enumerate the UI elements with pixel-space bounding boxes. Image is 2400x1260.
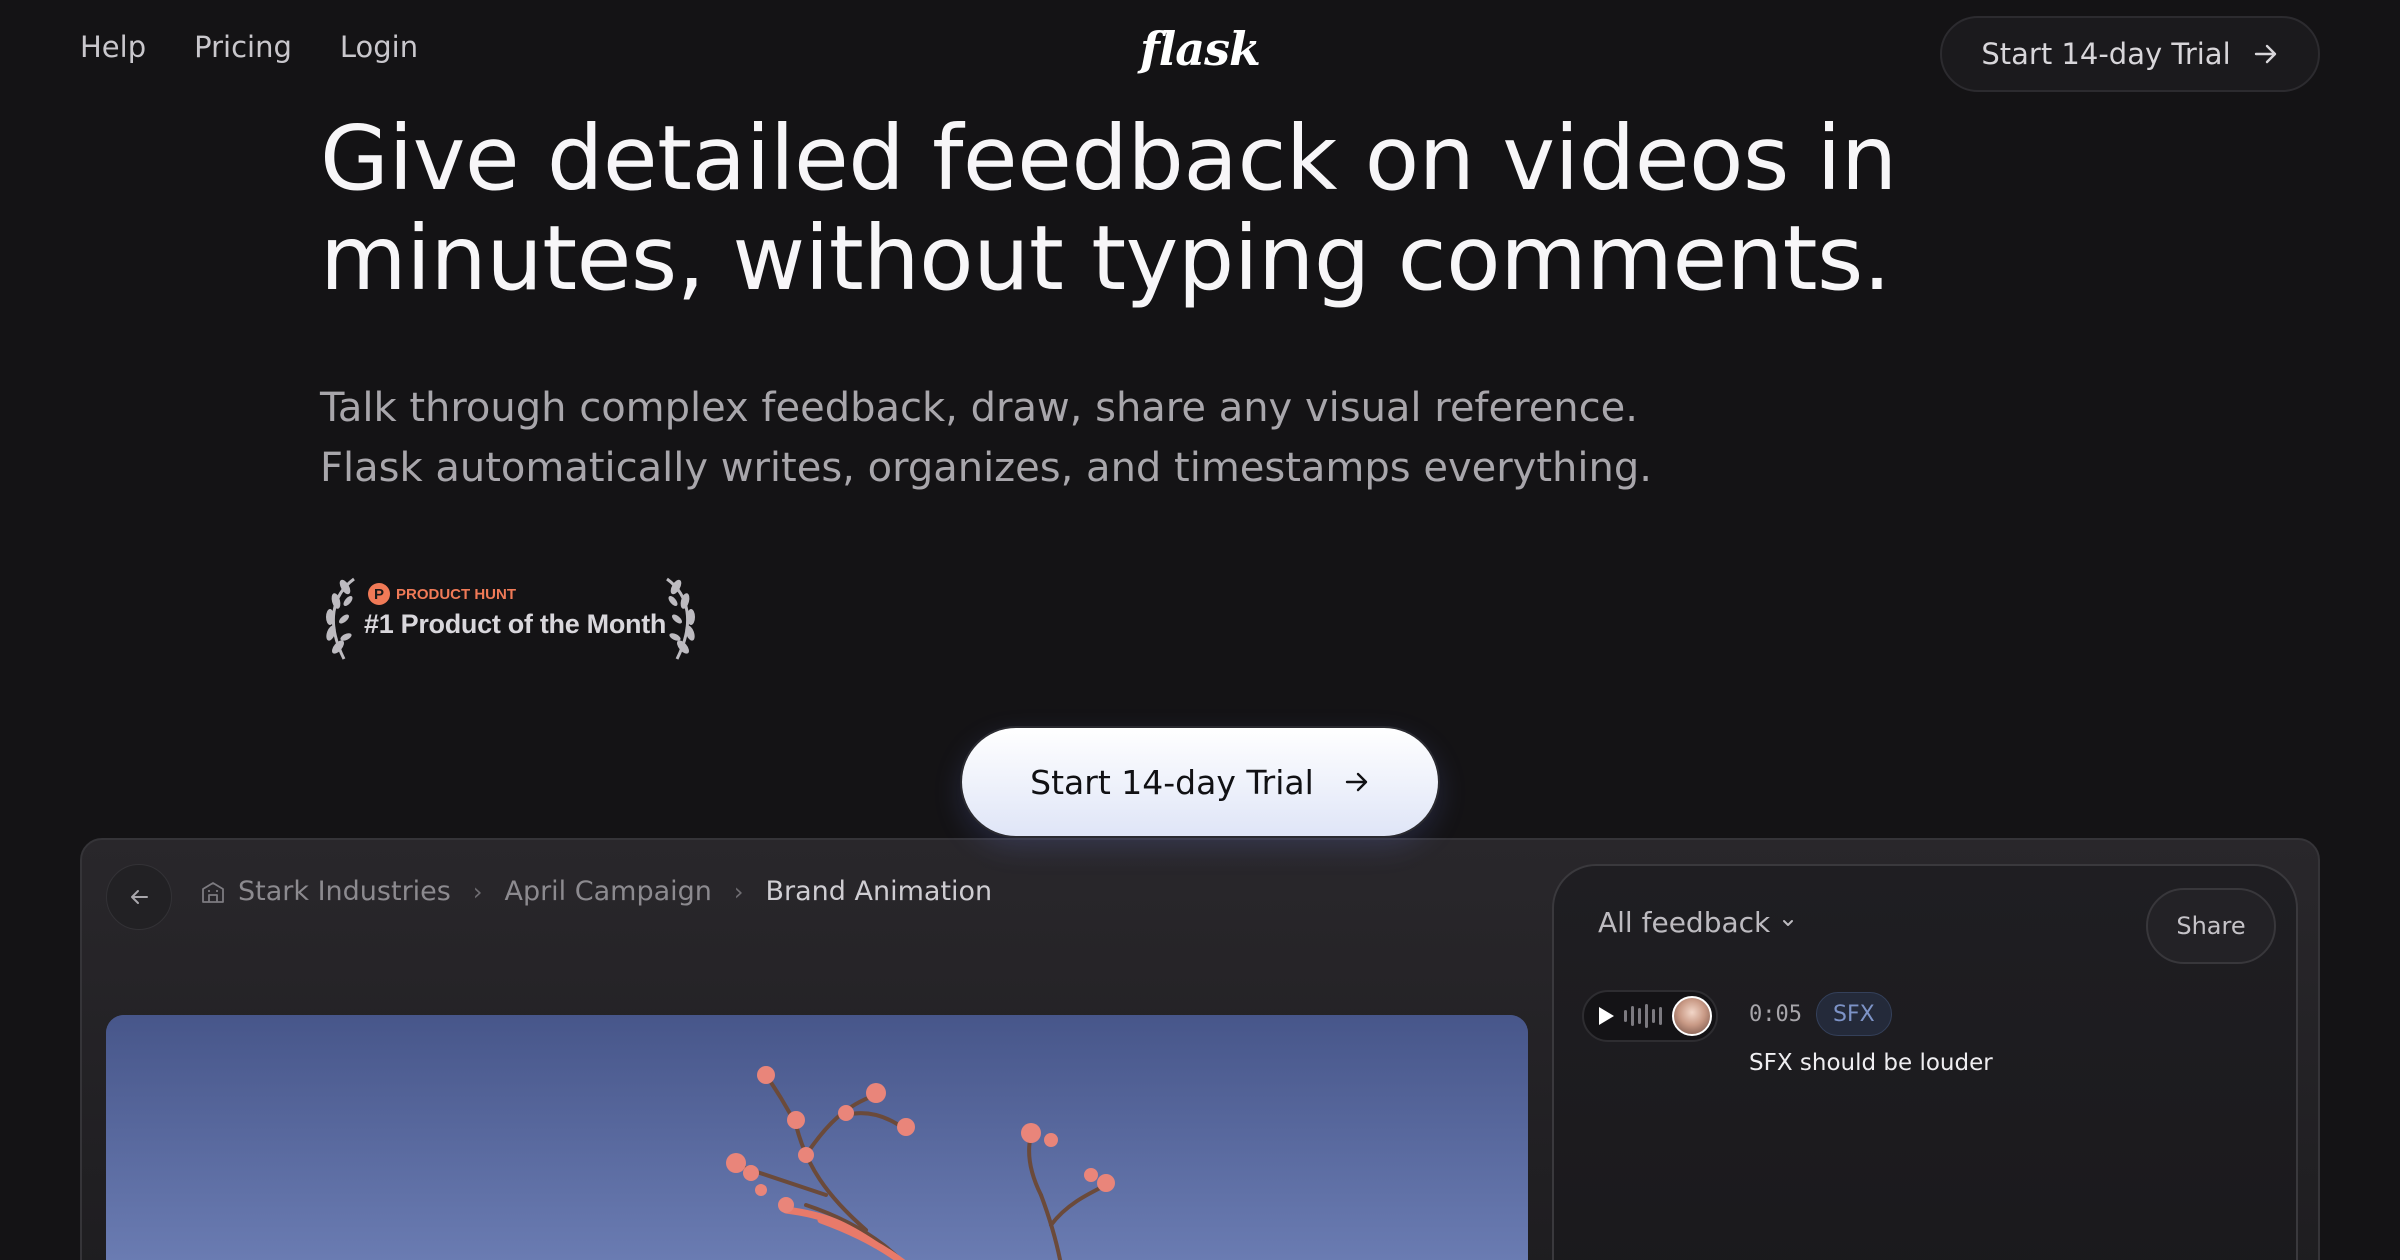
feedback-timestamp[interactable]: 0:05: [1749, 1002, 1802, 1027]
chevron-down-icon: [1783, 919, 1794, 926]
back-button[interactable]: [106, 864, 172, 930]
arrow-left-icon: [131, 890, 148, 904]
breadcrumb-project[interactable]: April Campaign: [504, 876, 711, 907]
nav-login-link[interactable]: Login: [340, 30, 418, 64]
hero-start-trial-label: Start 14-day Trial: [1030, 762, 1314, 802]
arrow-right-icon: [2254, 44, 2276, 64]
breadcrumb-workspace[interactable]: Stark Industries: [238, 876, 451, 907]
hero-title-line-2: minutes, without typing comments.: [320, 206, 1891, 310]
badge-source-row: P PRODUCT HUNT: [368, 583, 516, 605]
landing-page: Help Pricing Login flask Start 14-day Tr…: [0, 0, 2400, 1260]
voice-note-player[interactable]: [1582, 990, 1718, 1042]
feedback-text: SFX should be louder: [1749, 1050, 1993, 1076]
share-button[interactable]: Share: [2146, 888, 2276, 964]
avatar: [1672, 996, 1712, 1036]
chevron-right-icon: ›: [472, 877, 483, 906]
hero-subtitle-line-1: Talk through complex feedback, draw, sha…: [320, 385, 1638, 431]
hero-start-trial-button[interactable]: Start 14-day Trial: [962, 728, 1438, 836]
breadcrumb: Stark Industries › April Campaign › Bran…: [200, 876, 992, 907]
badge-title: #1 Product of the Month: [364, 609, 667, 639]
nav-start-trial-label: Start 14-day Trial: [1981, 37, 2231, 71]
top-nav: Help Pricing Login: [80, 30, 418, 64]
flask-logo[interactable]: flask: [1140, 22, 1261, 76]
video-player[interactable]: [106, 1015, 1528, 1260]
laurel-left-icon: [326, 577, 355, 660]
hero-title: Give detailed feedback on videos in minu…: [320, 108, 1920, 308]
video-frame-tree: [106, 1015, 1528, 1260]
arrow-right-icon: [1345, 772, 1368, 792]
nav-pricing-link[interactable]: Pricing: [194, 30, 292, 64]
laurel-right-icon: [666, 577, 695, 660]
play-icon: [1599, 1007, 1614, 1025]
badge-source: PRODUCT HUNT: [396, 585, 516, 603]
building-icon: [202, 881, 224, 903]
product-hunt-badge[interactable]: P PRODUCT HUNT #1 Product of the Month: [318, 575, 703, 665]
chevron-right-icon: ›: [733, 877, 744, 906]
app-preview: Stark Industries › April Campaign › Bran…: [80, 838, 2320, 1260]
hero-subtitle-line-2: Flask automatically writes, organizes, a…: [320, 445, 1652, 491]
feedback-filter-label: All feedback: [1598, 906, 1771, 939]
hero-title-line-1: Give detailed feedback on videos in: [320, 106, 1897, 210]
nav-help-link[interactable]: Help: [80, 30, 146, 64]
feedback-panel: All feedback Share 0:05 SFX SFX should b…: [1552, 864, 2298, 1260]
waveform-icon: [1624, 1004, 1662, 1028]
hero-subtitle: Talk through complex feedback, draw, sha…: [320, 378, 1720, 498]
feedback-filter-dropdown[interactable]: All feedback: [1598, 906, 1796, 939]
product-hunt-logo-icon: P: [368, 583, 390, 605]
feedback-tag[interactable]: SFX: [1816, 992, 1892, 1036]
nav-start-trial-button[interactable]: Start 14-day Trial: [1940, 16, 2320, 92]
breadcrumb-current: Brand Animation: [765, 876, 993, 907]
